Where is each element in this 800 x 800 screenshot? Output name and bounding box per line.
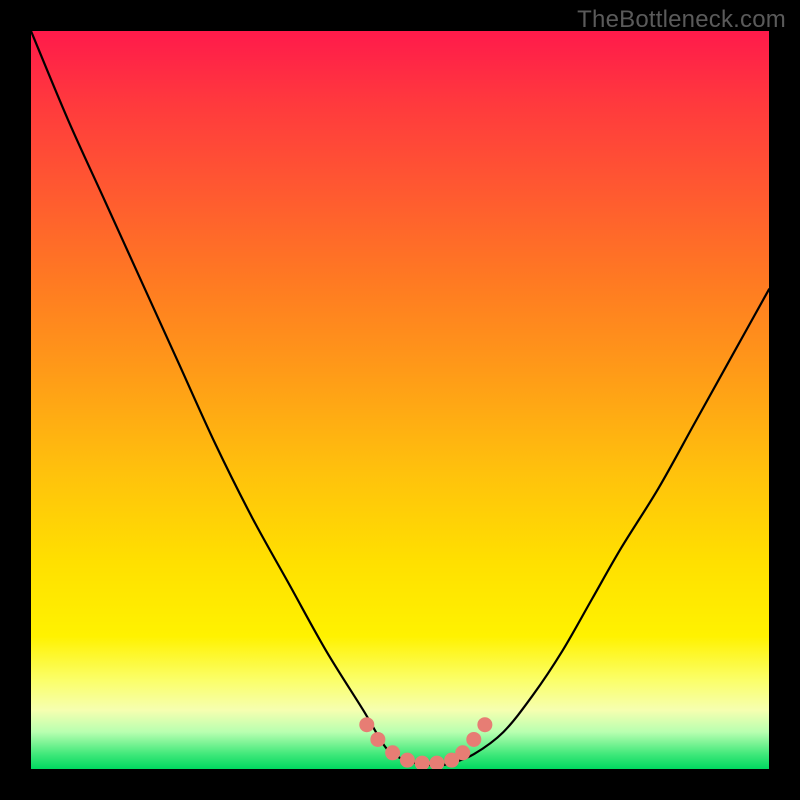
highlight-dot [359,717,374,732]
highlight-dot [400,753,415,768]
highlight-dot [477,717,492,732]
watermark-text: TheBottleneck.com [577,6,786,34]
highlight-dots [359,717,492,769]
plot-area [31,31,769,769]
highlight-dot [370,732,385,747]
highlight-dot [415,756,430,769]
chart-frame: TheBottleneck.com [0,0,800,800]
bottleneck-curve [31,31,769,765]
highlight-dot [466,732,481,747]
highlight-dot [455,745,470,760]
highlight-dot [385,745,400,760]
highlight-dot [429,756,444,769]
curve-layer [31,31,769,769]
